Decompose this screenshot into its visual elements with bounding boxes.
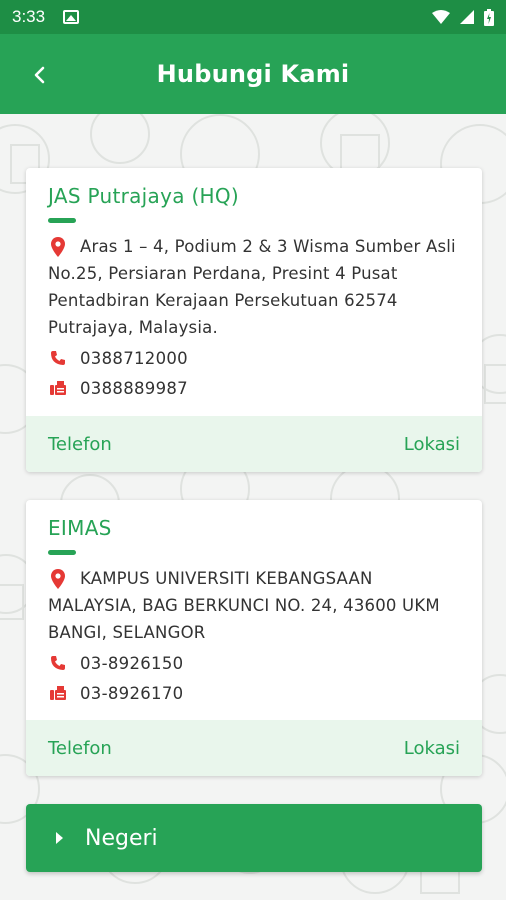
app-bar: Hubungi Kami [0,34,506,114]
office-card-hq: JAS Putrajaya (HQ) Aras 1 – 4, Podium 2 … [26,168,482,472]
page-title: Hubungi Kami [156,60,350,88]
negeri-expand-button[interactable]: Negeri [26,804,482,872]
call-button[interactable]: Telefon [48,434,112,455]
fax-number: 03-8926170 [80,683,184,703]
back-button[interactable] [22,58,56,92]
status-time: 3:33 [12,7,46,26]
title-underline [48,550,76,555]
status-icons [432,8,494,26]
call-button[interactable]: Telefon [48,738,112,759]
location-pin-icon [51,237,65,257]
negeri-label: Negeri [85,825,158,851]
office-address: KAMPUS UNIVERSITI KEBANGSAAN MALAYSIA, B… [48,569,440,642]
wifi-icon [432,10,450,24]
office-name: EIMAS [48,516,112,540]
phone-row: 03-8926150 [48,650,460,676]
office-name: JAS Putrajaya (HQ) [48,184,240,208]
fax-icon [50,683,72,703]
fax-number: 0388889987 [80,378,188,398]
fax-row: 03-8926170 [48,680,460,706]
location-button[interactable]: Lokasi [404,738,460,759]
fax-row: 0388889987 [48,375,460,401]
title-underline [48,218,76,223]
signal-icon [460,10,474,24]
office-address: Aras 1 – 4, Podium 2 & 3 Wisma Sumber As… [48,237,456,337]
phone-number: 03-8926150 [80,653,184,673]
status-bar: 3:33 [0,0,506,34]
location-pin-icon [51,569,65,589]
phone-icon [50,653,72,673]
fax-icon [50,378,72,398]
phone-row: 0388712000 [48,345,460,371]
phone-icon [50,348,72,368]
office-card-eimas: EIMAS KAMPUS UNIVERSITI KEBANGSAAN MALAY… [26,500,482,776]
location-button[interactable]: Lokasi [404,434,460,455]
battery-icon [484,8,494,26]
card-actions: Telefon Lokasi [26,720,482,776]
image-notification-icon [63,10,80,24]
caret-right-icon [56,832,63,844]
phone-number: 0388712000 [80,348,188,368]
chevron-left-icon [34,66,45,84]
card-actions: Telefon Lokasi [26,416,482,472]
